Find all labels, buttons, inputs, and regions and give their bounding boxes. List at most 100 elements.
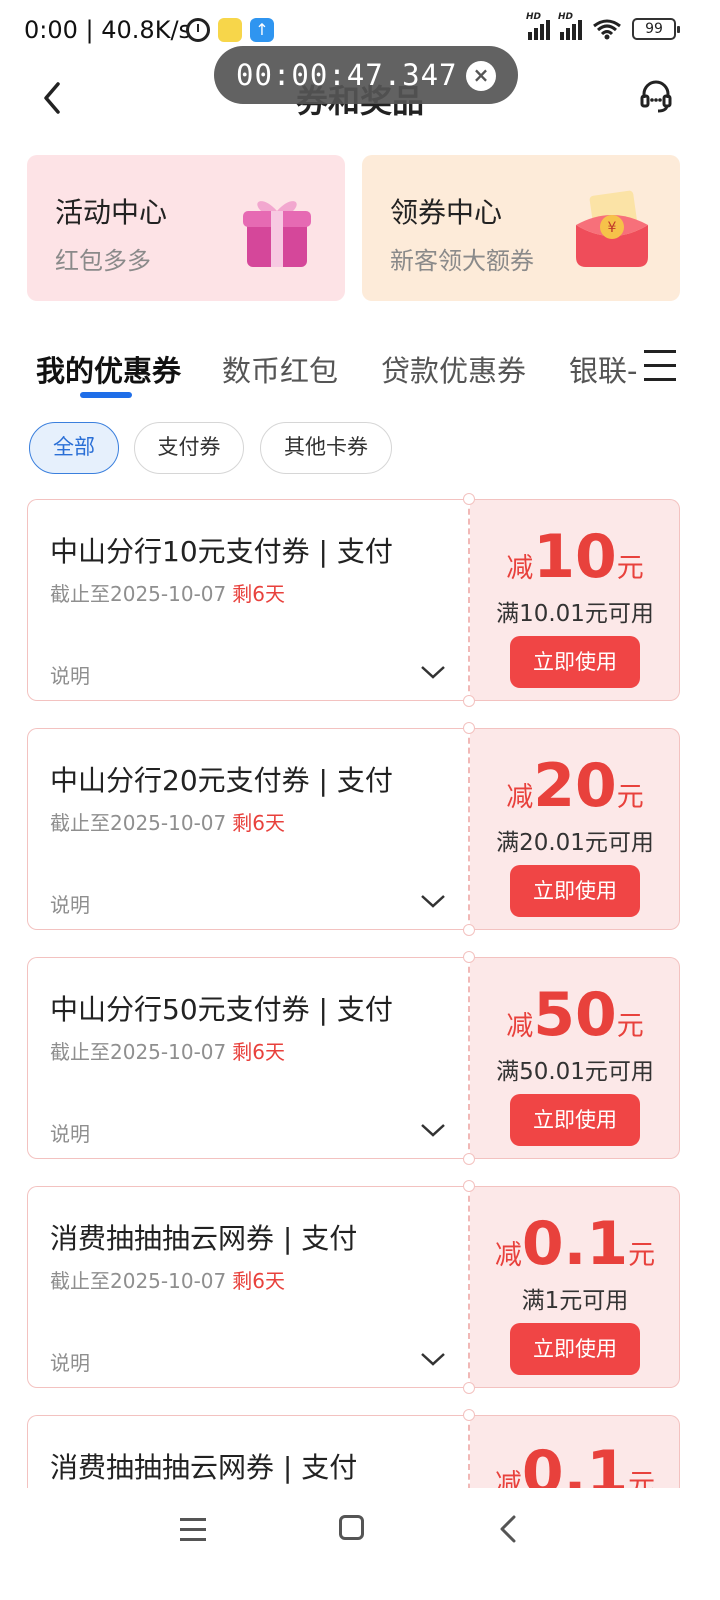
coupon-notch [463,493,475,505]
coupon-expiry: 截止至2025-10-07 剩6天 [50,1036,285,1065]
coupon-value-panel: 减0.1元 满1元可用 立即使用 [470,1186,680,1388]
coupon-threshold: 满10.01元可用 [496,601,654,627]
filter-payment-coupons[interactable]: 支付券 [134,422,244,474]
chevron-down-icon[interactable] [420,662,446,682]
customer-service-headset-icon[interactable] [636,76,676,116]
coupon-card[interactable]: 中山分行50元支付券 | 支付 截止至2025-10-07 剩6天 说明 减50元… [27,951,680,1165]
coupon-remaining-days: 剩6天 [232,582,285,606]
coupon-info: 中山分行50元支付券 | 支付 截止至2025-10-07 剩6天 说明 [27,957,469,1159]
coupon-tabs: 我的优惠券 数币红包 贷款优惠券 银联- [0,340,720,400]
filter-other-cards[interactable]: 其他卡券 [260,422,392,474]
coupon-description-label[interactable]: 说明 [50,1118,90,1147]
coupon-value-panel: 减50元 满50.01元可用 立即使用 [470,957,680,1159]
amount-prefix: 减 [506,782,534,813]
coupon-card[interactable]: 中山分行10元支付券 | 支付 截止至2025-10-07 剩6天 说明 减10元… [27,493,680,707]
coupon-card[interactable]: 消费抽抽抽云网券 | 支付 截止至2025-10-07 剩6天 说明 减0.1元 … [27,1180,680,1394]
system-navigation-bar [0,1488,720,1600]
coupon-notch [463,1382,475,1394]
coupon-name: 中山分行20元支付券 | 支付 [50,764,393,797]
alarm-icon [186,18,210,42]
coupon-amount: 减0.1元 [470,1209,680,1279]
tab-loan-coupons[interactable]: 贷款优惠券 [381,348,526,390]
amount-prefix: 减 [506,1011,534,1042]
coupon-value-panel: 减20元 满20.01元可用 立即使用 [470,728,680,930]
tab-digital-red-packets[interactable]: 数币红包 [222,348,338,390]
close-icon[interactable]: × [466,61,496,91]
tabs-menu-icon[interactable] [644,350,676,382]
amount-prefix: 减 [506,553,534,584]
coupon-threshold: 满1元可用 [521,1288,629,1314]
use-now-button[interactable]: 立即使用 [510,865,640,917]
use-now-button[interactable]: 立即使用 [510,1323,640,1375]
gift-box-icon [243,201,311,267]
coupon-amount: 减20元 [470,751,680,821]
coupon-notch [463,722,475,734]
home-icon[interactable] [339,1515,364,1540]
chevron-down-icon[interactable] [420,1120,446,1140]
coupon-notch [463,1153,475,1165]
coupon-remaining-days: 剩6天 [232,811,285,835]
red-envelope-icon: ¥ [576,190,648,267]
coupon-expiry: 截止至2025-10-07 剩6天 [50,1265,285,1294]
coupon-info: 中山分行10元支付券 | 支付 截止至2025-10-07 剩6天 说明 [27,499,469,701]
activity-center-card[interactable]: 活动中心 红包多多 [27,155,345,301]
coupon-expiry: 截止至2025-10-07 剩6天 [50,807,285,836]
amount-value: 50 [533,980,617,1050]
use-now-button[interactable]: 立即使用 [510,636,640,688]
coupon-threshold: 满50.01元可用 [496,1059,654,1085]
active-tab-indicator [80,392,132,398]
back-nav-icon[interactable] [496,1514,522,1544]
coupon-expiry-date: 截止至2025-10-07 [50,1269,227,1293]
coupon-description-label[interactable]: 说明 [50,1347,90,1376]
coupon-description-label[interactable]: 说明 [50,660,90,689]
signal-icon-2: HD [558,12,582,40]
tab-my-coupons[interactable]: 我的优惠券 [36,348,181,390]
filter-all[interactable]: 全部 [29,422,119,474]
notification-icons: ↑ [186,18,274,42]
coupon-expiry-date: 截止至2025-10-07 [50,582,227,606]
coupon-notch [463,1409,475,1421]
coupon-amount: 减50元 [470,980,680,1050]
battery-icon: 99 [632,18,680,40]
coupon-description-label[interactable]: 说明 [50,889,90,918]
coupon-info: 中山分行20元支付券 | 支付 截止至2025-10-07 剩6天 说明 [27,728,469,930]
coupon-expiry-date: 截止至2025-10-07 [50,811,227,835]
amount-unit: 元 [616,782,644,813]
coupon-threshold: 满20.01元可用 [496,830,654,856]
svg-text:¥: ¥ [608,220,617,236]
status-left: 0:00 | 40.8K/s [24,16,191,44]
amount-value: 0.1 [521,1209,629,1279]
app-notification-icon [218,18,242,42]
amount-unit: 元 [616,1011,644,1042]
amount-value: 20 [533,751,617,821]
coupon-name: 消费抽抽抽云网券 | 支付 [50,1222,358,1255]
amount-prefix: 减 [494,1240,522,1271]
coupon-amount: 减10元 [470,522,680,592]
coupon-expiry-date: 截止至2025-10-07 [50,1040,227,1064]
recent-apps-icon[interactable] [180,1518,206,1548]
status-right: HD HD 99 [526,12,680,40]
coupon-name: 消费抽抽抽云网券 | 支付 [50,1451,358,1484]
use-now-button[interactable]: 立即使用 [510,1094,640,1146]
coupon-name: 中山分行50元支付券 | 支付 [50,993,393,1026]
chevron-down-icon[interactable] [420,1349,446,1369]
coupon-name: 中山分行10元支付券 | 支付 [50,535,393,568]
coupon-notch [463,924,475,936]
wifi-icon [593,19,621,40]
coupon-notch [463,1180,475,1192]
tab-unionpay[interactable]: 银联- [569,348,637,390]
upload-app-icon: ↑ [250,18,274,42]
coupon-card[interactable]: 中山分行20元支付券 | 支付 截止至2025-10-07 剩6天 说明 减20元… [27,722,680,936]
recording-timer[interactable]: 00:00:47.347 × [214,46,518,104]
chevron-down-icon[interactable] [420,891,446,911]
coupon-expiry: 截止至2025-10-07 剩6天 [50,578,285,607]
coupon-remaining-days: 剩6天 [232,1040,285,1064]
coupon-center-card[interactable]: 领券中心 新客领大额券 ¥ [362,155,680,301]
coupon-notch [463,951,475,963]
status-separator: | [85,16,102,44]
coupon-value-panel: 减10元 满10.01元可用 立即使用 [470,499,680,701]
coupon-remaining-days: 剩6天 [232,1269,285,1293]
amount-value: 10 [533,522,617,592]
signal-icon: HD [526,12,550,40]
network-speed: 40.8K/s [101,16,192,44]
